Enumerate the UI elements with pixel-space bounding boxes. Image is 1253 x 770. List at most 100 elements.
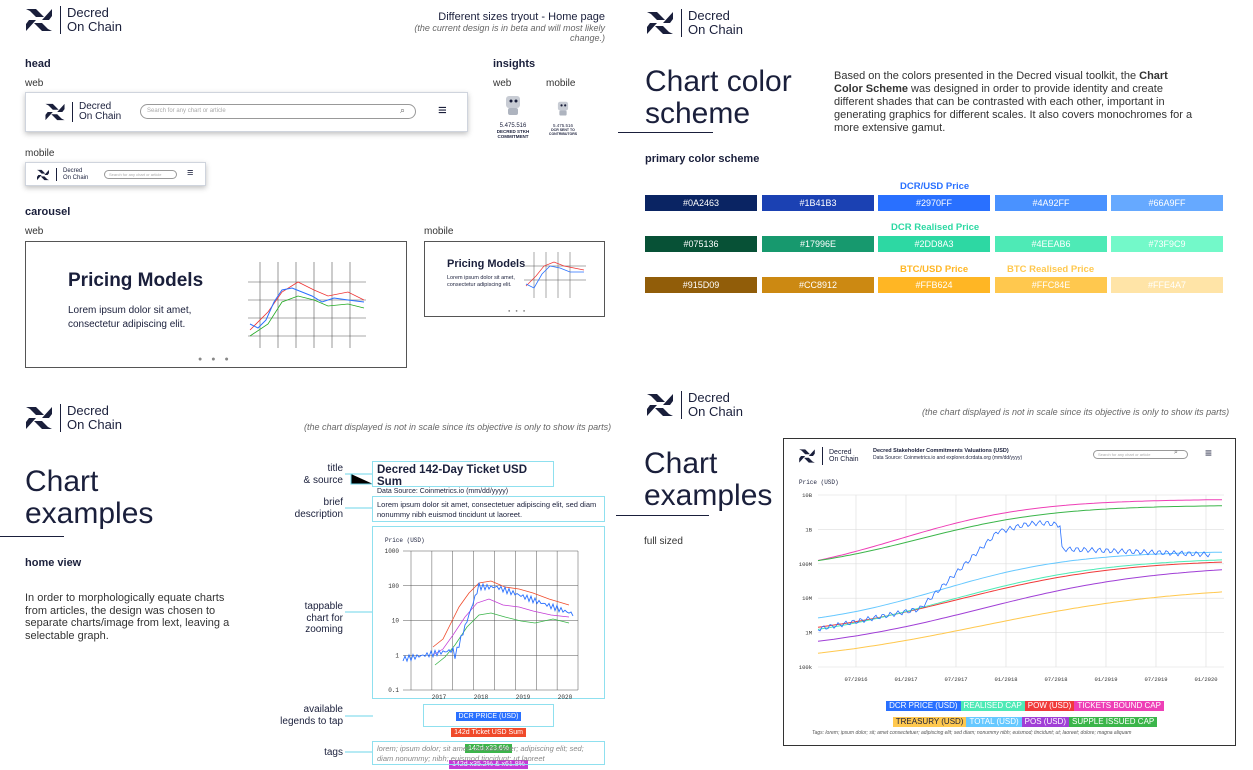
- full-chart-plot[interactable]: 10B 1B 100M 10M 1M 100k 07/2016 01/2017 07/2017 0…: [784, 439, 1237, 697]
- full-tags[interactable]: Tags: lorem; ipsum dolor; sit; amet cons…: [812, 730, 1131, 736]
- y-tick-label: 100: [388, 583, 399, 590]
- legend-142d-sum[interactable]: 142d Ticket USD Sum: [451, 728, 526, 737]
- legend-treasury[interactable]: TREASURY (USD): [892, 717, 967, 727]
- carousel-web-label: web: [25, 226, 44, 237]
- desc-pre: Based on the colors presented in the Dec…: [834, 70, 1140, 82]
- carousel-label: carousel: [25, 206, 71, 218]
- color-swatch[interactable]: #075136: [645, 236, 757, 252]
- color-swatch[interactable]: #4EEAB6: [995, 236, 1107, 252]
- anno-title: title & source: [303, 463, 343, 486]
- chart-legend[interactable]: DCR PRICE (USD)142d Ticket USD Sum 142d …: [423, 704, 554, 769]
- carousel-dots[interactable]: ●●●: [198, 356, 238, 363]
- full-sized-label: full sized: [644, 536, 683, 547]
- label-realised: DCR Realised Price: [891, 222, 980, 233]
- full-note: (the chart displayed is not in scale sin…: [922, 407, 1230, 417]
- head-mobile-label: mobile: [25, 148, 55, 159]
- x-tick-label: 07/2017: [944, 676, 967, 683]
- x-tick-label: 2018: [474, 694, 489, 700]
- color-swatch[interactable]: #73F9C9: [1111, 236, 1223, 252]
- legend-dcr-price[interactable]: DCR PRICE (USD): [455, 712, 522, 721]
- color-swatch[interactable]: #66A9FF: [1111, 195, 1223, 211]
- search-icon[interactable]: ⌕: [400, 105, 405, 116]
- logo[interactable]: Decred On Chain: [24, 6, 122, 34]
- color-swatch[interactable]: #0A2463: [645, 195, 757, 211]
- search-input-mobile[interactable]: Search for any chart or article: [104, 170, 177, 179]
- examples-title: Chart examples: [25, 466, 153, 529]
- x-tick-label: 2017: [432, 694, 447, 700]
- series-realised-cap: [817, 559, 1223, 630]
- label-dcrusd: DCR/USD Price: [900, 181, 970, 192]
- examples-note: (the chart displayed is not in scale sin…: [304, 422, 612, 432]
- full-chart-card[interactable]: Decred On Chain Decred Stakeholder Commit…: [783, 438, 1236, 746]
- legend-tickets-bound[interactable]: TICKETS BOUND CAP: [1074, 701, 1164, 711]
- logo-3[interactable]: Decred On Chain: [24, 404, 122, 432]
- legend-total[interactable]: TOTAL (USD): [966, 717, 1022, 727]
- y-tick-label: 10: [392, 618, 400, 625]
- insight-card-web[interactable]: 5.475.516 DECRED STKH COMMITMENT: [493, 94, 533, 139]
- search-input[interactable]: Search for any chart or article: [140, 104, 416, 119]
- color-description: Based on the colors presented in the Dec…: [834, 70, 1194, 135]
- chart-brief: Lorem ipsum dolor sit amet, consectetuer…: [372, 496, 605, 522]
- color-swatch[interactable]: #1B41B3: [762, 195, 874, 211]
- robot-icon: [557, 101, 569, 116]
- logo-line2: On Chain: [67, 19, 122, 34]
- series-pow: [817, 561, 1223, 628]
- decred-logo-icon: [37, 169, 49, 180]
- color-title-line2: scheme: [645, 96, 751, 130]
- logo-line2: On Chain: [688, 22, 743, 37]
- x-tick-label: 01/2017: [894, 676, 917, 683]
- logo-line2: On Chain: [67, 417, 122, 432]
- menu-icon[interactable]: ≡: [187, 167, 193, 179]
- logo-2[interactable]: Decred On Chain: [645, 9, 743, 37]
- head-mobile-logo[interactable]: Decred On Chain: [36, 168, 88, 181]
- legend-supply-cap[interactable]: SUPPLE ISSUED CAP: [1069, 717, 1158, 727]
- color-swatch[interactable]: #4A92FF: [995, 195, 1107, 211]
- decred-logo-icon: [647, 12, 673, 34]
- x-tick-label: 01/2019: [1094, 676, 1117, 683]
- color-swatch[interactable]: #FFE4A7: [1111, 277, 1223, 293]
- series-tickets-bound: [817, 499, 1222, 561]
- label-btcusd: BTC/USD Price: [900, 264, 969, 275]
- color-swatch[interactable]: #2970FF: [878, 195, 990, 211]
- legend-pow[interactable]: POW (USD): [1024, 701, 1075, 711]
- logo-line2: On Chain: [688, 404, 743, 419]
- color-section-title: Chart color scheme: [645, 66, 792, 129]
- full-legend[interactable]: DCR PRICE (USD) REALISED CAP POW (USD) TICK…: [880, 696, 1170, 728]
- carousel-mobile[interactable]: Pricing Models Lorem ipsum dolor sit ame…: [424, 241, 605, 317]
- head-web-logo[interactable]: Decred On Chain: [44, 101, 121, 122]
- color-swatch[interactable]: #17996E: [762, 236, 874, 252]
- carousel-web[interactable]: Pricing Models Lorem ipsum dolor sit ame…: [25, 241, 407, 368]
- y-tick-label: 10B: [802, 492, 813, 499]
- insights-mobile-label: mobile: [546, 78, 576, 89]
- home-view-desc: In order to morphologically equate chart…: [25, 592, 230, 642]
- color-swatch[interactable]: #2DD8A3: [878, 236, 990, 252]
- legend-pos[interactable]: POS (USD): [1021, 717, 1069, 727]
- x-tick-label: 07/2019: [1144, 676, 1167, 683]
- anno-brief: brief description: [294, 497, 343, 520]
- decred-logo-icon: [26, 407, 52, 429]
- color-swatch[interactable]: #CC8912: [762, 277, 874, 293]
- anno-connectors: [345, 473, 373, 753]
- carousel-body: Lorem ipsum dolor sit amet, consectetur …: [68, 305, 192, 330]
- color-swatch[interactable]: #915D09: [645, 277, 757, 293]
- carousel-dots-mobile[interactable]: ●●●: [508, 308, 530, 313]
- color-swatch[interactable]: #FFB624: [878, 277, 990, 293]
- y-tick-label: 1000: [385, 548, 400, 555]
- y-tick-label: 1M: [805, 630, 812, 637]
- menu-icon[interactable]: ≡: [438, 102, 447, 119]
- chart-title-box: Decred 142-Day Ticket USD Sum Data Sourc…: [372, 461, 554, 495]
- chart-tags[interactable]: lorem; ipsum dolor; sit amet; consectetu…: [372, 741, 605, 765]
- chart-source: Data Source: Coinmetrics.io (mm/dd/yyyy): [377, 488, 509, 495]
- logo-line1: Decred: [67, 403, 109, 419]
- insights-web-label: web: [493, 78, 512, 89]
- logo-4[interactable]: Decred On Chain: [645, 391, 743, 419]
- legend-dcr-price[interactable]: DCR PRICE (USD): [886, 701, 961, 711]
- chart-title: Decred 142-Day Ticket USD Sum: [377, 464, 527, 488]
- insight-card-mobile[interactable]: 5.475.516 DCR SENT TO CONTRIBUTORS: [546, 100, 580, 136]
- legend-realised-cap[interactable]: REALISED CAP: [960, 701, 1025, 711]
- robot-icon: [506, 96, 520, 115]
- chart-home-plot[interactable]: 1000 100 10 1 0.1 2017 2018 2019 2020: [373, 527, 606, 700]
- chart-home[interactable]: Price (USD) 1000 100 10 1 0.1 2017 2018 2019 202…: [372, 526, 606, 700]
- color-swatch[interactable]: #FFC84E: [995, 277, 1107, 293]
- x-tick-label: 2020: [558, 694, 573, 700]
